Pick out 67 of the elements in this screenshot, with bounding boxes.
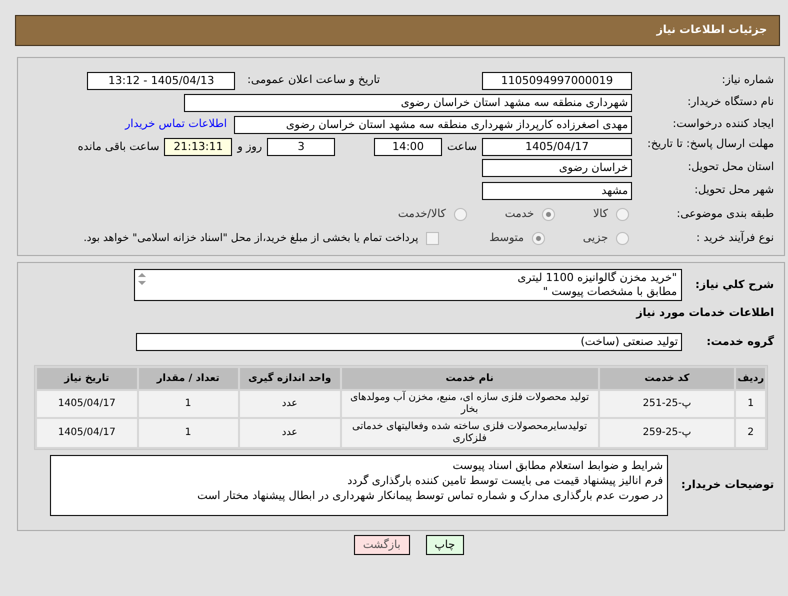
text-line: مطابق با مشخصات پیوست " bbox=[542, 285, 677, 299]
checkbox[interactable] bbox=[426, 232, 440, 245]
option-label: جزیی bbox=[582, 230, 608, 246]
contact-link[interactable]: اطلاعات تماس خریدار bbox=[125, 116, 227, 133]
table-cell: 1405/04/17 bbox=[37, 390, 137, 416]
value-field: شهرداری منطقه سه مشهد استان خراسان رضوی bbox=[184, 94, 632, 112]
column-header: نام خدمت bbox=[342, 368, 598, 388]
field-label: مهلت ارسال پاسخ: تا تاریخ: bbox=[646, 136, 774, 151]
table-cell: 1405/04/17 bbox=[37, 418, 137, 446]
text-line: "خرید مخزن گالوانیزه 1100 لیتری bbox=[518, 271, 677, 285]
field-label: توضیحات خریدار: bbox=[680, 476, 774, 493]
table-cell: 2 bbox=[736, 418, 765, 446]
field-label: ایجاد کننده درخواست: bbox=[672, 116, 774, 132]
radio-button[interactable] bbox=[454, 208, 467, 221]
option-label: پرداخت تمام یا بخشی از مبلغ خرید،از محل "اسناد خزانه اسلامی" خواهد بود. bbox=[83, 230, 418, 246]
radio-button[interactable] bbox=[616, 208, 629, 221]
column-header: واحد اندازه گیری bbox=[240, 368, 340, 388]
value-field: 3 bbox=[267, 138, 336, 156]
column-header: ردیف bbox=[736, 368, 765, 388]
table-cell: پ-25-251 bbox=[600, 390, 734, 416]
field-label: نام دستگاه خریدار: bbox=[686, 94, 774, 110]
page-title: جزئیات اطلاعات نیاز bbox=[656, 22, 767, 38]
field-label: روز و bbox=[237, 139, 262, 155]
field-label: گروه خدمت: bbox=[705, 334, 774, 350]
column-header: کد خدمت bbox=[600, 368, 734, 388]
value-field: 1405/04/17 bbox=[482, 138, 632, 156]
radio-button[interactable] bbox=[542, 208, 556, 221]
section-title: اطلاعات خدمات مورد نیاز bbox=[634, 305, 774, 321]
value-field: مشهد bbox=[482, 182, 632, 200]
field-label: تاریخ و ساعت اعلان عمومی: bbox=[247, 72, 380, 88]
value-field: 1105094997000019 bbox=[482, 72, 632, 90]
field-label: ساعت باقی مانده bbox=[78, 139, 160, 155]
timer-field: 21:13:11 bbox=[164, 138, 232, 156]
table-cell: 1 bbox=[138, 418, 238, 446]
text-line: فرم انالیز پیشنهاد قیمت می بایست توسط تامین کننده بارگذاری گردد bbox=[347, 472, 663, 488]
table-cell: عدد bbox=[240, 390, 340, 416]
radio-button[interactable] bbox=[532, 232, 545, 245]
back-button[interactable]: بازگشت bbox=[354, 534, 410, 554]
table-cell: 1 bbox=[736, 390, 765, 416]
print-button[interactable]: چاپ bbox=[426, 534, 464, 554]
table-cell: پ-25-259 bbox=[600, 418, 734, 446]
table-cell: تولیدسایرمحصولات فلزی ساخته شده وفعالیتهای خدماتی فلزکاری bbox=[342, 418, 598, 446]
option-label: کالا bbox=[593, 206, 608, 222]
field-label: ساعت bbox=[447, 139, 477, 155]
value-field: 1405/04/13 - 13:12 bbox=[87, 72, 236, 90]
column-header: تعداد / مقدار bbox=[138, 368, 238, 388]
field-label: نوع فرآیند خرید : bbox=[695, 230, 774, 246]
option-label: متوسط bbox=[489, 230, 524, 246]
table-cell: 1 bbox=[138, 390, 238, 416]
column-header: تاریخ نیاز bbox=[37, 368, 137, 388]
text-line: در صورت عدم بارگذاری مدارک و شماره تماس توسط پیمانکار شهرداری در ابطال پیشنهاد مختار است bbox=[197, 488, 663, 502]
field-label: طبقه بندی موضوعی: bbox=[676, 206, 774, 222]
field-label: شرح كلي نياز: bbox=[694, 276, 774, 293]
field-label: استان محل تحویل: bbox=[686, 159, 774, 176]
text-line: شرایط و ضوابط استعلام مطابق اسناد پیوست bbox=[452, 458, 663, 472]
value-field: خراسان رضوی bbox=[482, 158, 632, 176]
value-field: تولید صنعتی (ساخت) bbox=[136, 333, 682, 351]
table-cell: تولید محصولات فلزی سازه ای، منبع، مخزن آب ومولدهای بخار bbox=[342, 390, 598, 416]
value-field: 14:00 bbox=[374, 138, 442, 156]
field-label: شهر محل تحویل: bbox=[693, 182, 774, 198]
option-label: خدمت bbox=[504, 206, 534, 222]
option-label: کالا/خدمت bbox=[398, 206, 446, 222]
value-field: مهدی اصغرزاده کارپرداز شهرداری منطقه سه مشهد استان خراسان رضوی bbox=[234, 116, 632, 134]
field-label: شماره نیاز: bbox=[720, 72, 774, 88]
radio-button[interactable] bbox=[616, 232, 629, 245]
scroll-icon bbox=[137, 272, 147, 286]
table-cell: عدد bbox=[240, 418, 340, 446]
